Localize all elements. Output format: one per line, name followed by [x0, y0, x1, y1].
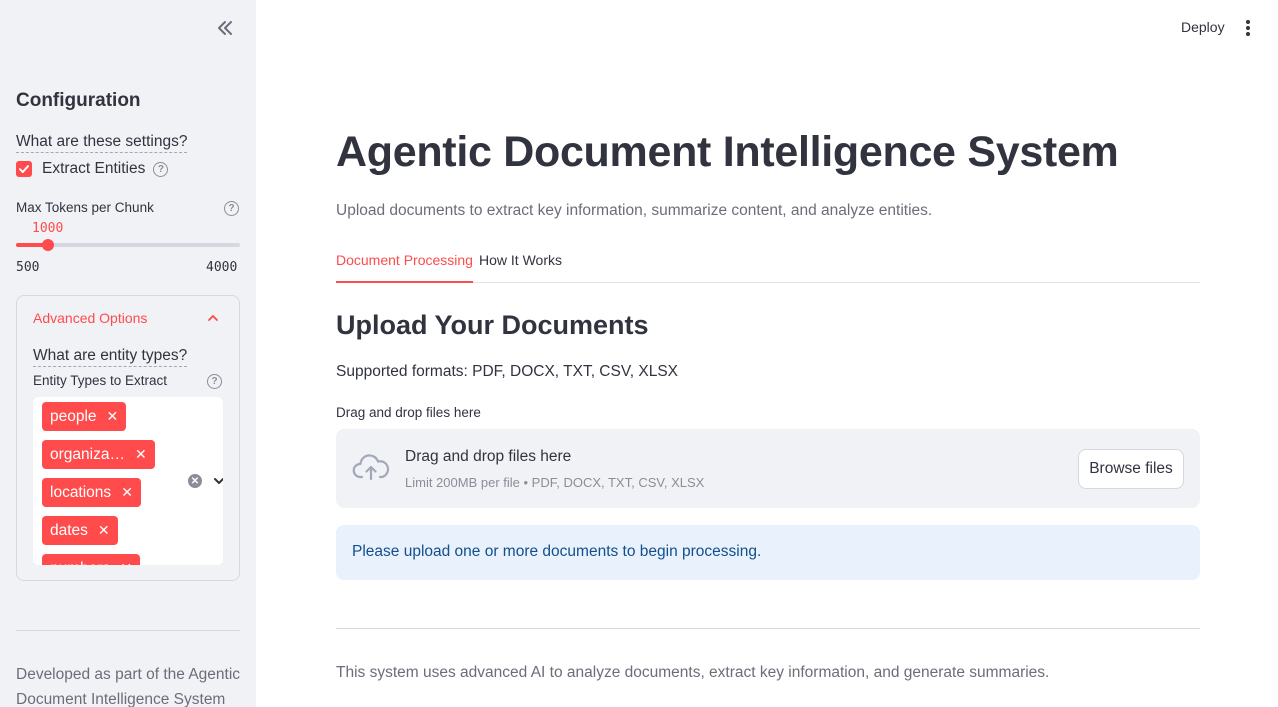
chevron-up-icon[interactable]	[206, 311, 220, 330]
page-title: Agentic Document Intelligence System	[336, 128, 1119, 176]
advanced-options-header[interactable]: Advanced Options	[33, 310, 147, 326]
entity-types-multiselect[interactable]: people ✕ organiza… ✕ locations ✕ dates ✕ num…	[33, 397, 223, 565]
sidebar: Configuration What are these settings? E…	[0, 0, 256, 707]
tag-label: locations	[50, 483, 112, 501]
remove-tag-icon[interactable]: ✕	[120, 560, 132, 565]
info-message: Please upload one or more documents to b…	[352, 543, 762, 560]
main-footer: This system uses advanced AI to analyze …	[336, 664, 1050, 681]
tag-label: people	[50, 407, 97, 425]
page-subtitle: Upload documents to extract key informat…	[336, 202, 933, 219]
slider-thumb[interactable]	[42, 239, 55, 251]
remove-tag-icon[interactable]: ✕	[107, 408, 119, 425]
slider-max: 4000	[206, 260, 238, 275]
extract-entities-checkbox[interactable]	[16, 161, 32, 177]
help-icon[interactable]: ?	[224, 201, 239, 216]
remove-tag-icon[interactable]: ✕	[135, 446, 147, 463]
clear-all-icon[interactable]: ✕	[188, 474, 202, 488]
max-tokens-label: Max Tokens per Chunk	[16, 200, 154, 215]
sidebar-footer: Developed as part of the Agentic Documen…	[16, 666, 241, 707]
collapse-sidebar-icon[interactable]	[212, 16, 236, 40]
remove-tag-icon[interactable]: ✕	[98, 522, 110, 539]
tab-document-processing[interactable]: Document Processing	[336, 250, 473, 283]
info-alert: Please upload one or more documents to b…	[336, 525, 1200, 580]
cloud-upload-icon	[352, 453, 390, 488]
tag-people[interactable]: people ✕	[42, 402, 127, 431]
tabs: Document Processing How It Works	[336, 250, 1200, 283]
uploader-label: Drag and drop files here	[336, 405, 481, 420]
tag-label: numbers	[50, 560, 110, 566]
sidebar-divider	[16, 630, 240, 631]
entity-types-label: Entity Types to Extract	[33, 373, 168, 388]
extract-entities-label: Extract Entities	[42, 160, 146, 177]
section-title: Upload Your Documents	[336, 310, 649, 340]
settings-help-link[interactable]: What are these settings?	[16, 133, 188, 153]
dropzone-limit: Limit 200MB per file • PDF, DOCX, TXT, C…	[405, 475, 705, 490]
tag-label: organiza…	[50, 445, 125, 463]
entity-types-help-link[interactable]: What are entity types?	[33, 347, 188, 367]
tag-organizations[interactable]: organiza… ✕	[42, 440, 155, 469]
tab-how-it-works[interactable]: How It Works	[479, 250, 562, 283]
slider-min: 500	[16, 260, 40, 275]
remove-tag-icon[interactable]: ✕	[121, 484, 133, 501]
extract-entities-checkbox-row[interactable]: Extract Entities ?	[16, 159, 169, 179]
max-tokens-slider[interactable]	[16, 239, 240, 251]
file-dropzone[interactable]: Drag and drop files here Limit 200MB per…	[336, 429, 1200, 508]
help-icon[interactable]: ?	[207, 374, 222, 389]
advanced-options-expander: Advanced Options What are entity types? …	[16, 295, 240, 581]
tag-locations[interactable]: locations ✕	[42, 478, 141, 507]
dropzone-title: Drag and drop files here	[405, 448, 572, 465]
chevron-down-icon[interactable]	[212, 474, 223, 493]
main-divider	[336, 628, 1200, 629]
help-icon[interactable]: ?	[153, 161, 169, 177]
deploy-button[interactable]: Deploy	[1181, 19, 1225, 35]
tag-dates[interactable]: dates ✕	[42, 516, 118, 545]
tag-label: dates	[50, 521, 88, 539]
more-vert-icon[interactable]	[1240, 18, 1256, 38]
slider-value: 1000	[32, 221, 64, 236]
supported-formats: Supported formats: PDF, DOCX, TXT, CSV, …	[336, 363, 678, 380]
tag-numbers[interactable]: numbers ✕	[42, 554, 141, 566]
browse-files-button[interactable]: Browse files	[1078, 449, 1184, 489]
sidebar-title: Configuration	[16, 90, 141, 111]
